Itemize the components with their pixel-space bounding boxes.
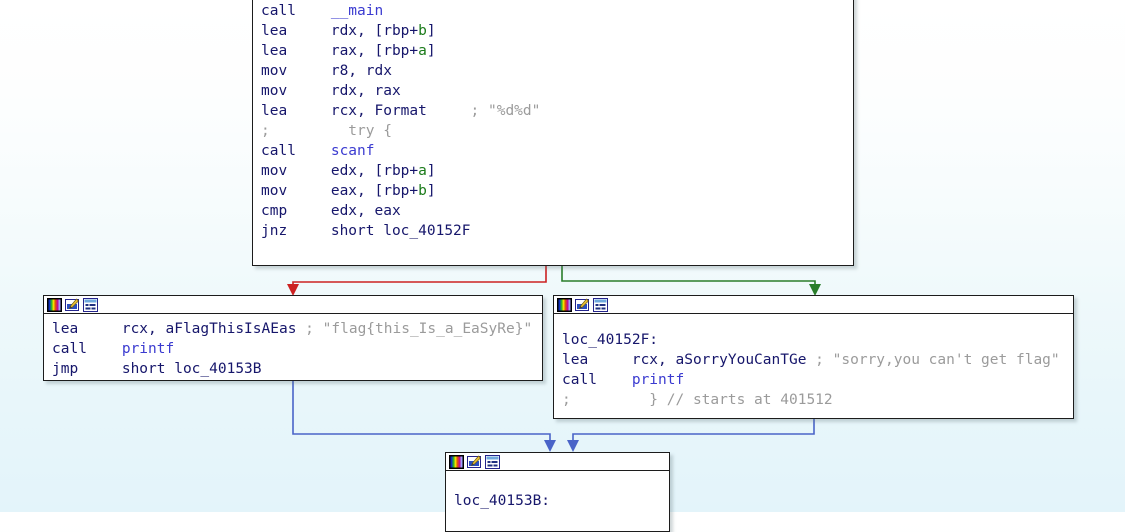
- line-mnemonic: lea: [261, 103, 331, 119]
- line-operand-0: printf: [631, 372, 685, 388]
- edge-true-to-sorry: [561, 266, 821, 296]
- block-code: sub rsp, 30hcall __mainlea rdx, [rbp+b]l…: [253, 0, 853, 245]
- line-mnemonic: call: [261, 3, 331, 19]
- block-label[interactable]: loc_40153B:: [446, 491, 669, 511]
- code-line[interactable]: jnz short loc_40152F: [253, 221, 853, 241]
- code-line[interactable]: mov eax, [rbp+b]: [253, 181, 853, 201]
- code-line[interactable]: cmp edx, eax: [253, 201, 853, 221]
- code-line[interactable]: mov edx, [rbp+a]: [253, 161, 853, 181]
- line-operand-0: printf: [121, 341, 175, 357]
- code-line[interactable]: call printf: [554, 370, 1073, 390]
- line-mnemonic: lea: [562, 352, 632, 368]
- line-operand-2: "sorry,you can't get flag": [832, 352, 1060, 368]
- code-line[interactable]: ; } // starts at 401512: [554, 390, 1073, 410]
- line-operand-2: ]: [426, 183, 436, 199]
- line-mnemonic: call: [261, 143, 331, 159]
- line-mnemonic: mov: [261, 63, 331, 79]
- basic-block-join[interactable]: loc_40153B:: [445, 452, 670, 532]
- basic-block-sorry[interactable]: loc_40152F:lea rcx, aSorryYouCanTGe ; "s…: [553, 295, 1074, 419]
- line-operand-0: rdx, [rbp+: [330, 23, 419, 39]
- code-line[interactable]: call __main: [253, 1, 853, 21]
- window-view-icon[interactable]: [593, 297, 608, 312]
- line-operand-0: eax, [rbp+: [330, 183, 419, 199]
- line-mnemonic: jmp: [52, 361, 122, 377]
- line-operand-1: a: [418, 43, 427, 59]
- code-line[interactable]: call scanf: [253, 141, 853, 161]
- line-operand-1: ;: [426, 103, 488, 119]
- line-mnemonic: cmp: [261, 203, 331, 219]
- line-operand-0: rcx, aSorryYouCanTGe: [631, 352, 807, 368]
- block-titlebar[interactable]: [44, 296, 542, 314]
- line-operand-2: ]: [426, 23, 436, 39]
- line-mnemonic: lea: [261, 43, 331, 59]
- edit-brush-icon[interactable]: [575, 297, 590, 312]
- line-operand-2: "%d%d": [487, 103, 541, 119]
- code-line[interactable]: lea rdx, [rbp+b]: [253, 21, 853, 41]
- line-mnemonic: call: [562, 372, 632, 388]
- edge-false-to-flag: [287, 266, 547, 296]
- graph-canvas[interactable]: sub rsp, 30hcall __mainlea rdx, [rbp+b]l…: [0, 0, 1125, 532]
- block-label-text: loc_40152F:: [562, 332, 659, 348]
- line-operand-1: b: [418, 23, 427, 39]
- block-label-text: loc_40153B:: [454, 493, 551, 509]
- line-mnemonic: mov: [261, 163, 331, 179]
- line-operand-0: __main: [330, 3, 384, 19]
- block-titlebar[interactable]: [554, 296, 1073, 314]
- line-operand-2: ]: [426, 163, 436, 179]
- block-code: loc_40152F:lea rcx, aSorryYouCanTGe ; "s…: [554, 314, 1073, 414]
- line-operand-0: } // starts at 401512: [631, 392, 833, 408]
- line-operand-2: ]: [426, 43, 436, 59]
- code-line[interactable]: jmp short loc_40153B: [44, 359, 542, 379]
- code-line[interactable]: lea rcx, aSorryYouCanTGe ; "sorry,you ca…: [554, 350, 1073, 370]
- edit-brush-icon[interactable]: [467, 454, 482, 469]
- code-line[interactable]: lea rcx, Format ; "%d%d": [253, 101, 853, 121]
- basic-block-entry[interactable]: sub rsp, 30hcall __mainlea rdx, [rbp+b]l…: [252, 0, 854, 266]
- line-operand-0: rcx, Format: [330, 103, 427, 119]
- edit-brush-icon[interactable]: [65, 297, 80, 312]
- color-palette-icon[interactable]: [47, 297, 62, 312]
- line-mnemonic: lea: [261, 23, 331, 39]
- code-line[interactable]: ; try {: [253, 121, 853, 141]
- code-line[interactable]: mov r8, rdx: [253, 61, 853, 81]
- line-operand-1: a: [418, 163, 427, 179]
- window-view-icon[interactable]: [485, 454, 500, 469]
- line-operand-0: r8, rdx: [330, 63, 392, 79]
- code-line[interactable]: lea rax, [rbp+a]: [253, 41, 853, 61]
- line-mnemonic: lea: [52, 321, 122, 337]
- line-operand-0: try {: [330, 123, 392, 139]
- color-palette-icon[interactable]: [557, 297, 572, 312]
- block-label[interactable]: loc_40152F:: [554, 330, 1073, 350]
- line-mnemonic: call: [52, 341, 122, 357]
- line-mnemonic: jnz: [261, 223, 331, 239]
- line-operand-0: short loc_40152F: [330, 223, 471, 239]
- line-operand-0: edx, [rbp+: [330, 163, 419, 179]
- line-operand-0: rcx, aFlagThisIsAEas: [121, 321, 297, 337]
- line-operand-1: ;: [806, 352, 833, 368]
- line-operand-1: ;: [296, 321, 323, 337]
- line-mnemonic: mov: [261, 183, 331, 199]
- line-mnemonic: ;: [562, 392, 632, 408]
- code-line[interactable]: call printf: [44, 339, 542, 359]
- line-operand-2: "flag{this_Is_a_EaSyRe}": [322, 321, 533, 337]
- code-line[interactable]: lea rcx, aFlagThisIsAEas ; "flag{this_Is…: [44, 319, 542, 339]
- block-code: lea rcx, aFlagThisIsAEas ; "flag{this_Is…: [44, 314, 542, 380]
- line-operand-0: rax, [rbp+: [330, 43, 419, 59]
- line-mnemonic: ;: [261, 123, 331, 139]
- window-view-icon[interactable]: [83, 297, 98, 312]
- line-operand-0: short loc_40153B: [121, 361, 262, 377]
- line-operand-0: edx, eax: [330, 203, 401, 219]
- line-operand-0: rdx, rax: [330, 83, 401, 99]
- block-code: loc_40153B:: [446, 471, 669, 515]
- edge-sorry-to-join: [567, 419, 815, 452]
- code-line[interactable]: mov rdx, rax: [253, 81, 853, 101]
- line-operand-1: b: [418, 183, 427, 199]
- block-titlebar[interactable]: [446, 453, 669, 471]
- basic-block-flag[interactable]: lea rcx, aFlagThisIsAEas ; "flag{this_Is…: [43, 295, 543, 381]
- line-mnemonic: mov: [261, 83, 331, 99]
- edge-flag-to-join: [292, 381, 556, 452]
- line-operand-0: scanf: [330, 143, 375, 159]
- color-palette-icon[interactable]: [449, 454, 464, 469]
